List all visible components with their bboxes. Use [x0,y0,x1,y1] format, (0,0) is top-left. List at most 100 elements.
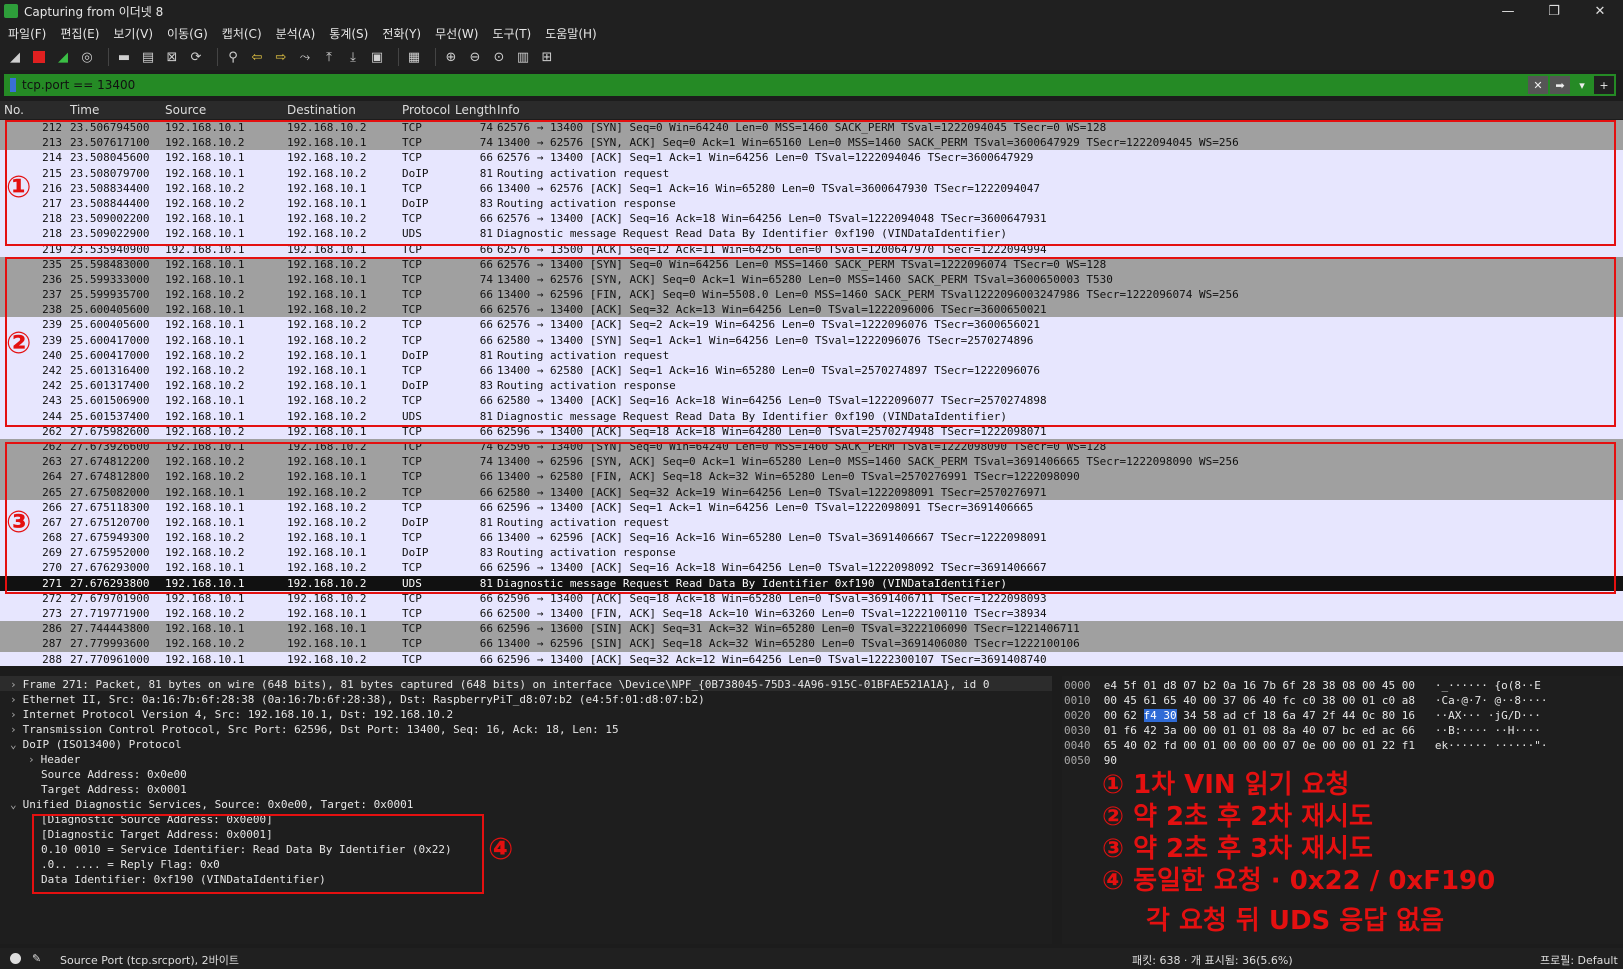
expand-chevron-icon[interactable]: › [10,693,17,706]
packet-row[interactable]: 213 23.507617100 192.168.10.2 192.168.10.1 T… [0,135,1623,151]
packet-row[interactable]: 236 25.599333000 192.168.10.1 192.168.10.1 T… [0,271,1623,288]
packet-row[interactable]: 265 27.675082000 192.168.10.1 192.168.10.2 T… [0,484,1623,500]
menu-help[interactable]: 도움말(H) [545,25,597,42]
clear-filter-icon[interactable]: ✕ [1528,76,1548,94]
packet-row[interactable]: 262 27.673926600 192.168.10.1 192.168.10.2 T… [0,438,1623,455]
expand-chevron-icon[interactable]: › [28,753,35,766]
packet-row[interactable]: 263 27.674812200 192.168.10.2 192.168.10.1 T… [0,454,1623,470]
packet-row[interactable]: 288 27.770961000 192.168.10.1 192.168.10.2 T… [0,651,1623,666]
packet-row[interactable]: 264 27.674812800 192.168.10.2 192.168.10.1 T… [0,469,1623,485]
menu-statistics[interactable]: 통계(S) [329,25,368,42]
detail-row-service-id[interactable]: 0.10 0010 = Service Identifier: Read Dat… [41,843,452,856]
resize-columns-icon[interactable]: ▥ [514,48,532,66]
column-no[interactable]: No. [4,103,24,117]
status-profile[interactable]: 프로필: Default [1540,952,1618,968]
packet-row[interactable]: 242 25.601317400 192.168.10.2 192.168.10.1 D… [0,378,1623,394]
go-first-icon[interactable]: ⤒ [320,48,338,66]
menu-edit[interactable]: 편집(E) [60,25,99,42]
packet-row[interactable]: 215 23.508079700 192.168.10.1 192.168.10.2 D… [0,165,1623,181]
detail-row-doip-header[interactable]: › Header [28,753,80,766]
packet-row[interactable]: 269 27.675952000 192.168.10.2 192.168.10.1 D… [0,545,1623,561]
detail-row-ethernet[interactable]: › Ethernet II, Src: 0a:16:7b:6f:28:38 (0a… [10,693,705,706]
packet-list[interactable]: 212 23.506794500 192.168.10.1 192.168.10.2 T… [0,120,1623,666]
packet-row[interactable]: 243 25.601506900 192.168.10.1 192.168.10.2 T… [0,393,1623,409]
save-file-icon[interactable]: ▤ [139,48,157,66]
go-back-icon[interactable]: ⇦ [248,48,266,66]
detail-row-reply-flag[interactable]: .0.. .... = Reply Flag: 0x0 [41,858,220,871]
shark-fin-start-icon[interactable]: ◢ [6,48,24,66]
minimize-icon[interactable]: — [1485,0,1531,22]
column-info[interactable]: Info [497,103,520,117]
column-protocol[interactable]: Protocol [402,103,450,117]
filter-history-chevron-down-icon[interactable]: ▾ [1572,76,1592,94]
packet-row[interactable]: 219 23.535940900 192.168.10.1 192.168.10.1 T… [0,241,1623,257]
zoom-normal-icon[interactable]: ⊙ [490,48,508,66]
autoscroll-icon[interactable]: ▣ [368,48,386,66]
reload-file-icon[interactable]: ⟳ [187,48,205,66]
packet-row[interactable]: 268 27.675949300 192.168.10.2 192.168.10.1 T… [0,530,1623,546]
packet-row[interactable]: 237 25.599935700 192.168.10.2 192.168.10.1 T… [0,287,1623,303]
column-source[interactable]: Source [165,103,206,117]
packet-row[interactable]: 239 25.600405600 192.168.10.1 192.168.10.2 T… [0,317,1623,333]
collapse-chevron-icon[interactable]: ⌄ [10,798,17,811]
packet-row[interactable]: 240 25.600417000 192.168.10.2 192.168.10.1 D… [0,347,1623,363]
capture-options-icon[interactable]: ◎ [78,48,96,66]
packet-row[interactable]: 244 25.601537400 192.168.10.1 192.168.10.2 U… [0,408,1623,424]
packet-row[interactable]: 270 27.676293000 192.168.10.1 192.168.10.2 T… [0,560,1623,576]
expand-chevron-icon[interactable]: › [10,678,17,691]
packet-row[interactable]: 266 27.675118300 192.168.10.1 192.168.10.2 T… [0,499,1623,515]
column-time[interactable]: Time [70,103,99,117]
bookmark-icon[interactable] [10,78,16,92]
close-file-icon[interactable]: ⊠ [163,48,181,66]
go-to-packet-icon[interactable]: ⤳ [296,48,314,66]
capture-status-icon[interactable] [10,953,21,964]
menu-file[interactable]: 파일(F) [8,25,46,42]
expand-chevron-icon[interactable]: › [10,723,17,736]
detail-row-uds[interactable]: ⌄ Unified Diagnostic Services, Source: 0x… [10,798,413,811]
packet-row[interactable]: 273 27.719771900 192.168.10.2 192.168.10.1 T… [0,606,1623,622]
go-forward-icon[interactable]: ⇨ [272,48,290,66]
menu-analyze[interactable]: 분석(A) [276,25,316,42]
packet-row[interactable]: 214 23.508045600 192.168.10.1 192.168.10.2 T… [0,150,1623,166]
packet-row[interactable]: 262 27.675982600 192.168.10.2 192.168.10.1 T… [0,423,1623,439]
colorize-icon[interactable]: ▦ [405,48,423,66]
detail-row-tcp[interactable]: › Transmission Control Protocol, Src Port… [10,723,619,736]
collapse-chevron-icon[interactable]: ⌄ [10,738,17,751]
column-destination[interactable]: Destination [287,103,356,117]
detail-row-diag-source[interactable]: [Diagnostic Source Address: 0x0e00] [41,813,273,826]
packet-row[interactable]: 239 25.600417000 192.168.10.1 192.168.10.2 T… [0,332,1623,348]
menu-view[interactable]: 보기(V) [113,25,153,42]
packet-row[interactable]: 212 23.506794500 192.168.10.1 192.168.10.2 T… [0,120,1623,136]
detail-row-frame[interactable]: › Frame 271: Packet, 81 bytes on wire (64… [10,678,990,691]
menu-go[interactable]: 이동(G) [167,25,208,42]
column-length[interactable]: Length [455,103,496,117]
packet-row[interactable]: 272 27.679701900 192.168.10.1 192.168.10.2 T… [0,590,1623,606]
packet-row[interactable]: 242 25.601316400 192.168.10.2 192.168.10.1 T… [0,363,1623,379]
packet-row[interactable]: 267 27.675120700 192.168.10.1 192.168.10.2 D… [0,514,1623,531]
packet-row[interactable]: 216 23.508834400 192.168.10.2 192.168.10.1 T… [0,180,1623,196]
open-file-icon[interactable]: ▬ [115,48,133,66]
detail-row-target-address[interactable]: Target Address: 0x0001 [41,783,187,796]
packet-row[interactable]: 235 25.598483000 192.168.10.1 192.168.10.2 T… [0,256,1623,272]
detail-row-ip[interactable]: › Internet Protocol Version 4, Src: 192.1… [10,708,453,721]
packet-row[interactable]: 217 23.508844400 192.168.10.2 192.168.10.1 D… [0,195,1623,212]
restart-capture-icon[interactable]: ◢ [54,48,72,66]
display-filter-input[interactable] [22,78,1422,92]
close-icon[interactable]: ✕ [1577,0,1623,22]
menu-capture[interactable]: 캡처(C) [222,25,262,42]
menu-wireless[interactable]: 무선(W) [435,25,478,42]
edit-comment-icon[interactable]: ✎ [32,952,41,965]
add-filter-button-icon[interactable]: + [1594,76,1614,94]
menu-telephony[interactable]: 전화(Y) [382,25,421,42]
detail-row-source-address[interactable]: Source Address: 0x0e00 [41,768,187,781]
packet-details-pane[interactable]: › Frame 271: Packet, 81 bytes on wire (64… [0,676,1052,944]
layout-icon[interactable]: ⊞ [538,48,556,66]
detail-row-data-identifier[interactable]: Data Identifier: 0xf190 (VINDataIdentifi… [41,873,326,886]
detail-row-diag-target[interactable]: [Diagnostic Target Address: 0x0001] [41,828,273,841]
detail-row-doip[interactable]: ⌄ DoIP (ISO13400) Protocol [10,738,182,751]
zoom-in-icon[interactable]: ⊕ [442,48,460,66]
packet-bytes-pane[interactable]: 0000 e4 5f 01 d8 07 b2 0a 16 7b 6f 28 38… [1062,676,1623,944]
stop-capture-icon[interactable] [30,48,48,66]
packet-row[interactable]: 286 27.744443800 192.168.10.1 192.168.10.1 T… [0,621,1623,637]
restore-icon[interactable]: ❐ [1531,0,1577,22]
